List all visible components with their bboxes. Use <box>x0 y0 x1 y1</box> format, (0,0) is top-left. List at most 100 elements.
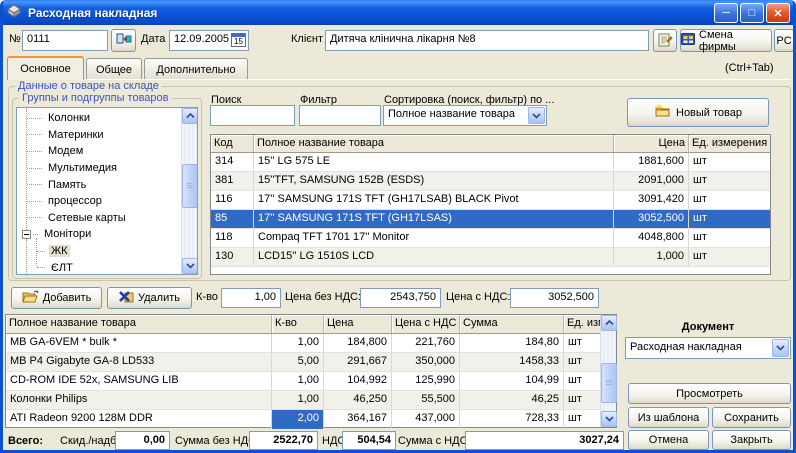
invoice-window: Расходная накладная ─ □ ✕ № 0111 Дата 12… <box>0 0 796 453</box>
table-row[interactable]: MB P4 Gigabyte GA-8 LD533 5,00 291,667 3… <box>6 353 616 372</box>
pc-button[interactable]: PC <box>774 29 794 52</box>
save-button[interactable]: Сохранить <box>712 407 791 428</box>
sum-vat-label: Сумма с НДС <box>398 435 468 447</box>
collapse-icon[interactable] <box>22 230 31 239</box>
quantity-label: К-во <box>196 291 218 303</box>
tree-item[interactable]: Материнки <box>27 127 179 144</box>
tree-item[interactable]: Модем <box>27 143 179 160</box>
firm-icon <box>681 33 695 48</box>
assign-number-button[interactable] <box>111 29 136 52</box>
quantity-input[interactable]: 1,00 <box>221 288 281 308</box>
col-header-code[interactable]: Код <box>211 135 254 152</box>
table-row[interactable]: Колонки Philips 1,00 46,250 55,500 46,25… <box>6 391 616 410</box>
table-row-selected[interactable]: 85 17'' SAMSUNG 171S TFT (GH17LSAS) 3052… <box>211 210 770 229</box>
tab-obshchee[interactable]: Общее <box>86 58 142 80</box>
tree-item-parent[interactable]: Монітори <box>22 226 179 243</box>
selected-cell: 2,00 <box>272 410 324 429</box>
scroll-down-icon[interactable] <box>601 411 617 427</box>
table-row[interactable]: 130 LCD15'' LG 1510S LCD 1,000 шт <box>211 248 770 267</box>
open-folder-icon <box>22 290 39 306</box>
price-novat-input[interactable]: 2543,750 <box>360 288 441 308</box>
tree-group-title: Группы и подгруппы товаров <box>19 92 172 104</box>
tree-item[interactable]: ЄЛТ <box>37 259 179 274</box>
sum-novat-label: Сумма без НДС <box>175 435 256 447</box>
tab-dopolnitelno[interactable]: Дополнительно <box>144 58 248 80</box>
search-input[interactable] <box>210 105 295 126</box>
col-header-price-vat[interactable]: Цена с НДС <box>392 315 460 333</box>
date-input[interactable]: 12.09.2005 15 <box>169 30 249 51</box>
table-row[interactable]: CD-ROM IDE 52x, SAMSUNG LIB 1,00 104,992… <box>6 372 616 391</box>
discount-label: Скид./надб. <box>60 435 119 447</box>
filter-input[interactable] <box>299 105 381 126</box>
sort-select[interactable]: Полное название товара <box>383 105 547 126</box>
col-header-price[interactable]: Цена <box>614 135 689 152</box>
chevron-down-icon[interactable] <box>528 107 545 124</box>
delete-button[interactable]: Удалить <box>107 287 192 309</box>
notepad-pencil-icon <box>658 32 673 50</box>
scroll-up-icon[interactable] <box>601 315 617 331</box>
col-header-unit[interactable]: Ед. измерения <box>689 135 770 152</box>
new-folder-icon <box>654 104 672 121</box>
table-row[interactable]: 118 Compaq TFT 1701 17'' Monitor 4048,80… <box>211 229 770 248</box>
tab-osnovnoe[interactable]: Основное <box>7 56 84 80</box>
tree-item-selected[interactable]: ЖК <box>37 243 179 260</box>
invoice-scrollbar[interactable] <box>600 315 616 427</box>
tree-item[interactable]: Колонки <box>27 110 179 127</box>
close-button[interactable]: Закрыть <box>712 430 791 450</box>
tree-list: Колонки Материнки Модем Мультимедия Памя… <box>19 110 179 274</box>
scroll-up-icon[interactable] <box>182 108 198 124</box>
number-input[interactable]: 0111 <box>22 30 108 51</box>
minimize-button[interactable]: ─ <box>714 3 738 23</box>
invoice-scroll-thumb[interactable] <box>601 363 617 403</box>
add-button[interactable]: Добавить <box>11 287 102 309</box>
product-tree[interactable]: Колонки Материнки Модем Мультимедия Памя… <box>16 107 198 275</box>
cancel-button[interactable]: Отмена <box>628 430 709 450</box>
table-row[interactable]: 314 15'' LG 575 LE 1881,600 шт <box>211 153 770 172</box>
svg-text:15: 15 <box>234 37 243 46</box>
sum-novat-value: 2522,70 <box>249 431 318 450</box>
price-vat-label: Цена с НДС: <box>446 291 510 303</box>
window-title: Расходная накладная <box>28 6 157 20</box>
col-header-price[interactable]: Цена <box>324 315 392 333</box>
tree-item[interactable]: Сетевые карты <box>27 210 179 227</box>
invoice-table[interactable]: Полное название товара К-во Цена Цена с … <box>5 314 617 428</box>
document-panel-title: Документ <box>625 321 791 333</box>
app-icon <box>6 3 22 22</box>
chevron-down-icon[interactable] <box>772 339 789 357</box>
tree-item[interactable]: Мультимедия <box>27 160 179 177</box>
client-input[interactable]: Дитяча клінична лікарня №8 <box>325 30 649 51</box>
col-header-name[interactable]: Полное название товара <box>6 315 272 333</box>
tab-shortcut-hint: (Ctrl+Tab) <box>725 62 774 74</box>
title-bar[interactable]: Расходная накладная ─ □ ✕ <box>0 0 796 25</box>
from-template-button[interactable]: Из шаблона <box>628 407 709 428</box>
calendar-icon[interactable]: 15 <box>231 33 246 50</box>
new-product-button[interactable]: Новый товар <box>627 98 769 127</box>
client-label: Клієнт <box>291 33 323 45</box>
col-header-name[interactable]: Полное название товара <box>254 135 614 152</box>
tree-scroll-thumb[interactable] <box>182 164 198 208</box>
stock-table[interactable]: Код Полное название товара Цена Ед. изме… <box>210 134 771 275</box>
edit-client-button[interactable] <box>653 29 677 52</box>
table-row[interactable]: 116 17'' SAMSUNG 171S TFT (GH17LSAB) BLA… <box>211 191 770 210</box>
table-row[interactable]: MB GA-6VEM * bulk * 1,00 184,800 221,760… <box>6 334 616 353</box>
maximize-button[interactable]: □ <box>740 3 764 23</box>
col-header-sum[interactable]: Сумма <box>460 315 564 333</box>
price-vat-input[interactable]: 3052,500 <box>510 288 599 308</box>
merge-boxes-icon <box>116 33 132 48</box>
preview-button[interactable]: Просмотреть <box>628 383 791 404</box>
close-icon[interactable]: ✕ <box>766 3 790 23</box>
table-row[interactable]: 381 15''TFT, SAMSUNG 152B (ESDS) 2091,00… <box>211 172 770 191</box>
sum-vat-value: 3027,24 <box>465 431 624 450</box>
number-label: № <box>9 33 21 45</box>
document-type-select[interactable]: Расходная накладная <box>625 337 791 359</box>
delete-x-icon <box>119 290 134 306</box>
table-row[interactable]: ATI Radeon 9200 128M DDR 2,00 364,167 43… <box>6 410 616 429</box>
scroll-down-icon[interactable] <box>182 258 198 274</box>
tree-item[interactable]: Память <box>27 176 179 193</box>
tree-scrollbar[interactable] <box>181 108 197 274</box>
change-firm-button[interactable]: Смена фирмы <box>680 29 772 52</box>
col-header-unit[interactable]: Ед. изм <box>564 315 602 333</box>
vat-value: 504,54 <box>342 431 396 450</box>
col-header-qty[interactable]: К-во <box>272 315 324 333</box>
tree-item[interactable]: процессор <box>27 193 179 210</box>
